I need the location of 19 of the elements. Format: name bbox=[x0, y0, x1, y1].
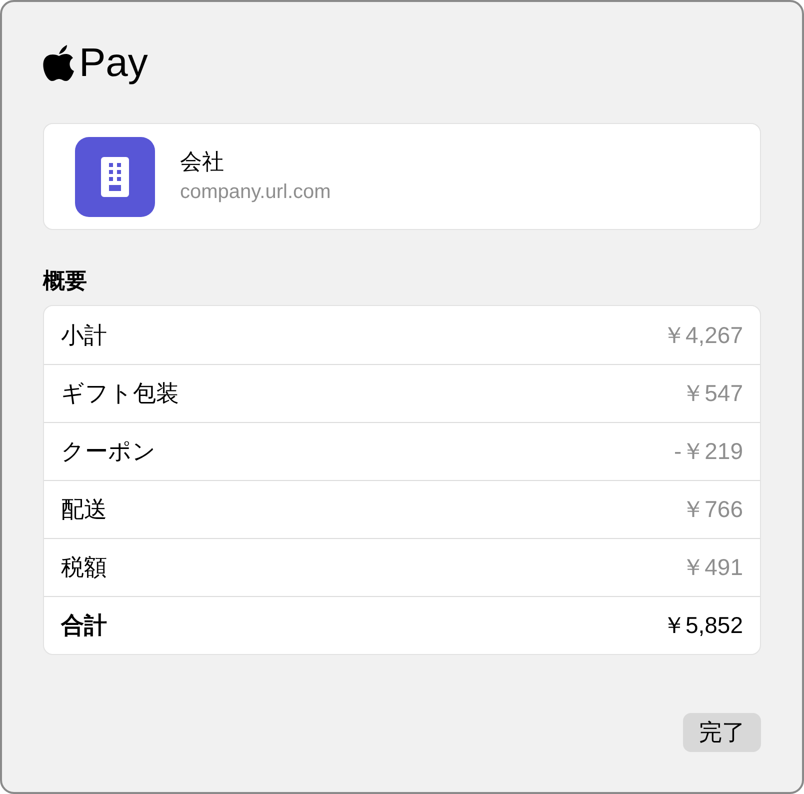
line-item-amount: -￥219 bbox=[674, 437, 743, 466]
done-button[interactable]: 完了 bbox=[683, 713, 761, 752]
line-item-amount: ￥547 bbox=[682, 379, 743, 408]
line-item-amount: ￥766 bbox=[682, 495, 743, 524]
line-item-amount: ￥491 bbox=[682, 553, 743, 582]
section-title: 概要 bbox=[43, 267, 88, 295]
line-item-label: 税額 bbox=[61, 553, 107, 582]
line-item-label: 配送 bbox=[61, 495, 107, 524]
total-amount: ￥5,852 bbox=[662, 611, 743, 640]
building-icon bbox=[75, 136, 155, 216]
apple-icon bbox=[43, 44, 75, 82]
line-item-amount: ￥4,267 bbox=[662, 320, 743, 350]
merchant-name: 会社 bbox=[180, 148, 225, 176]
line-item-label: ギフト包装 bbox=[61, 379, 179, 408]
line-item-label: クーポン bbox=[61, 437, 156, 466]
brand-name: Pay bbox=[79, 43, 148, 83]
total-label: 合計 bbox=[61, 611, 107, 640]
line-item-label: 小計 bbox=[61, 320, 107, 350]
merchant-url: company.url.com bbox=[180, 180, 331, 205]
